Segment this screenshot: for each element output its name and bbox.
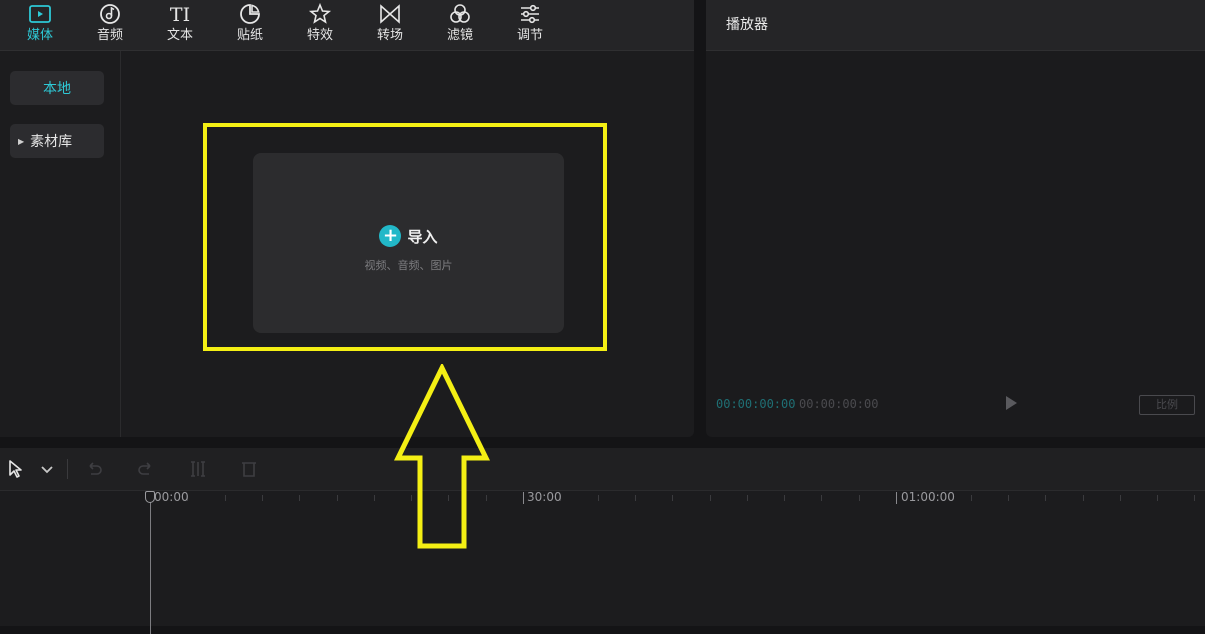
timeline-toolbar xyxy=(0,448,1205,491)
player-header: 播放器 xyxy=(706,0,1205,51)
ruler-tick xyxy=(635,495,636,501)
timeline[interactable]: 00:00 30:00 01:00:00 xyxy=(0,490,1205,634)
ruler-tick xyxy=(448,495,449,501)
transition-icon xyxy=(380,4,400,24)
top-toolbar: 媒体 音频 TI 文本 贴纸 特效 转场 滤镜 调节 xyxy=(0,0,694,51)
split-icon[interactable] xyxy=(187,458,209,480)
tab-sticker-label: 贴纸 xyxy=(236,28,263,43)
ruler-tick xyxy=(299,495,300,501)
redo-icon[interactable] xyxy=(135,458,157,480)
sidebar-item-local-label: 本地 xyxy=(43,81,71,97)
playhead[interactable] xyxy=(150,499,151,634)
tab-adjust[interactable]: 调节 xyxy=(500,0,560,50)
ruler-label: 01:00:00 xyxy=(901,490,955,504)
tab-transition-label: 转场 xyxy=(376,28,403,43)
ruler-tick xyxy=(1083,495,1084,501)
ruler-tick xyxy=(821,495,822,501)
tab-effects[interactable]: 特效 xyxy=(290,0,350,50)
ruler-tick xyxy=(262,495,263,501)
tab-text-label: 文本 xyxy=(166,28,193,43)
ruler-tick xyxy=(225,495,226,501)
audio-icon xyxy=(100,4,120,24)
ruler-tick xyxy=(1120,495,1121,501)
delete-icon[interactable] xyxy=(238,458,260,480)
ruler-tick xyxy=(710,495,711,501)
import-hint: 视频、音频、图片 xyxy=(364,259,453,272)
ruler-tick xyxy=(1008,495,1009,501)
time-ruler: 00:00 30:00 01:00:00 xyxy=(0,490,1205,513)
play-button[interactable] xyxy=(1006,396,1017,410)
sidebar-item-local[interactable]: 本地 xyxy=(10,71,104,105)
ruler-tick xyxy=(411,495,412,501)
ruler-tick xyxy=(486,495,487,501)
tab-filter[interactable]: 滤镜 xyxy=(430,0,490,50)
sidebar-item-library[interactable]: ▶ 素材库 xyxy=(10,124,104,158)
plus-icon: + xyxy=(379,225,402,247)
tab-effects-label: 特效 xyxy=(306,28,333,43)
tab-audio[interactable]: 音频 xyxy=(80,0,140,50)
ruler-tick xyxy=(971,495,972,501)
ruler-label: 30:00 xyxy=(527,490,562,504)
tab-adjust-label: 调节 xyxy=(516,28,543,43)
ruler-label: 00:00 xyxy=(154,490,189,504)
ruler-major-tick xyxy=(523,492,524,504)
ruler-tick xyxy=(784,495,785,501)
total-time: 00:00:00:00 xyxy=(799,397,879,411)
svg-text:TI: TI xyxy=(170,4,190,26)
undo-icon[interactable] xyxy=(83,458,105,480)
select-icon[interactable] xyxy=(6,458,28,480)
player-title: 播放器 xyxy=(726,17,768,33)
tab-sticker[interactable]: 贴纸 xyxy=(220,0,280,50)
ruler-tick xyxy=(672,495,673,501)
tab-filter-label: 滤镜 xyxy=(446,28,473,43)
sticker-icon xyxy=(240,4,260,24)
current-time: 00:00:00:00 xyxy=(716,397,796,411)
filter-icon xyxy=(450,4,470,23)
playhead-handle[interactable] xyxy=(145,491,155,503)
tab-text[interactable]: TI 文本 xyxy=(150,0,210,50)
ruler-tick xyxy=(747,495,748,501)
tab-media[interactable]: 媒体 xyxy=(10,0,70,50)
import-row: + 导入 xyxy=(253,225,564,247)
ruler-tick xyxy=(1157,495,1158,501)
ruler-tick xyxy=(598,495,599,501)
tab-audio-label: 音频 xyxy=(96,28,123,43)
caret-right-icon: ▶ xyxy=(18,136,25,146)
dropdown-icon[interactable] xyxy=(36,458,58,480)
ruler-tick xyxy=(1194,495,1195,501)
effects-icon xyxy=(308,2,332,24)
import-label: 导入 xyxy=(407,227,438,246)
ratio-button[interactable]: 比例 xyxy=(1139,395,1195,415)
tab-media-label: 媒体 xyxy=(26,28,53,43)
ruler-tick xyxy=(337,495,338,501)
toolbar-divider xyxy=(67,459,68,479)
sidebar-item-library-label: 素材库 xyxy=(30,134,73,150)
tab-transition[interactable]: 转场 xyxy=(360,0,420,50)
media-icon xyxy=(29,5,51,23)
ruler-tick xyxy=(374,495,375,501)
media-sidebar: 本地 ▶ 素材库 xyxy=(0,51,121,437)
adjust-icon xyxy=(521,4,539,24)
import-button[interactable]: + 导入 视频、音频、图片 xyxy=(253,153,564,333)
ruler-tick xyxy=(859,495,860,501)
ruler-major-tick xyxy=(896,492,897,504)
text-icon: TI xyxy=(170,4,190,26)
ruler-tick xyxy=(1045,495,1046,501)
player-panel: 播放器 00:00:00:00 00:00:00:00 比例 xyxy=(706,0,1205,437)
